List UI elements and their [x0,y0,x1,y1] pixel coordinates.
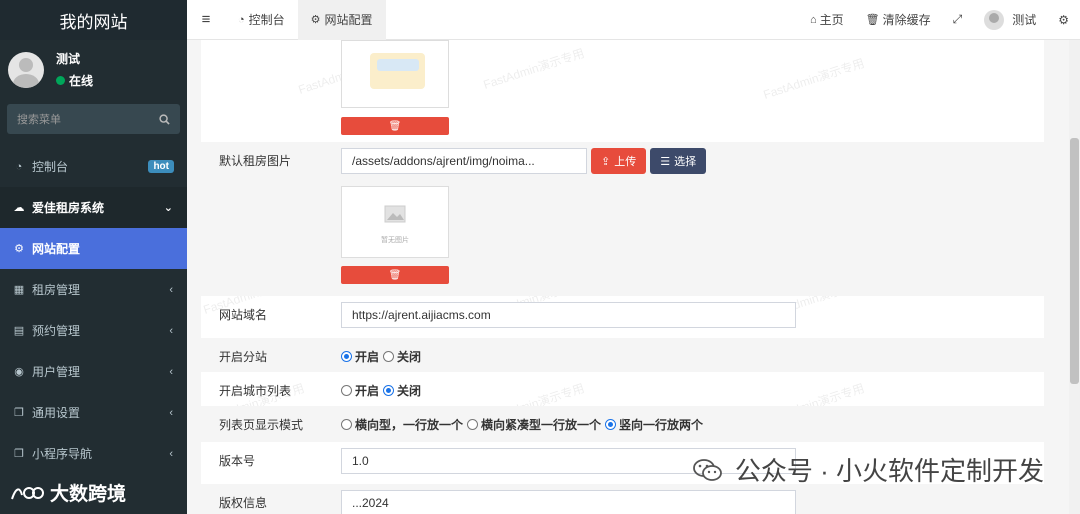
sidebar-menu: ◔ 控制台 hot ☁ 爱佳租房系统 ⌄ ⚙ 网站配置 ▦ 租房管理 ‹ ▤ 预… [0,146,187,474]
user-name: 测试 [56,52,81,66]
upload-button[interactable]: ⇪ 上传 [591,148,647,174]
dashboard-icon: ◔ [238,13,245,26]
trash-icon: 🗑 [865,14,880,26]
image-field-row: 🗑 [201,40,1044,142]
default-image-row: 默认租房图片 /assets/addons/ajrent/img/noima..… [201,142,1044,296]
scrollbar-thumb[interactable] [1070,138,1079,384]
cogs-icon: ⚙ [14,243,24,255]
top-navbar: ≡ ◔ 控制台 ⚙ 网站配置 ⌂ 主页 🗑 清除缓存 ⤢ 测试 ⚙ [187,0,1080,40]
city-list-row: 开启城市列表 开启 关闭 [201,372,1044,406]
search-icon[interactable] [159,113,170,125]
online-dot-icon [56,76,65,85]
sidebar-item-rent-manage[interactable]: ▦ 租房管理 ‹ [0,269,187,310]
sidebar-item-general-settings[interactable]: ❐ 通用设置 ‹ [0,392,187,433]
field-label: 默认租房图片 [219,154,292,168]
copyright-row: 版权信息 ...2024 [201,484,1044,514]
substation-row: 开启分站 开启 关闭 [201,338,1044,372]
fullscreen-icon[interactable]: ⤢ [942,12,974,27]
gear-icon[interactable]: ⚙ [1047,13,1080,27]
config-form: FastAdmin演示专用 FastAdmin演示专用 FastAdmin演示专… [201,40,1044,514]
city-list-off-radio[interactable]: 关闭 [383,382,421,399]
cogs-icon: ⚙ [310,14,321,26]
chevron-down-icon: ⌄ [163,202,173,214]
list-mode-horizontal-radio[interactable]: 横向型，一行放一个 [341,416,463,433]
brand-watermark: 大数跨境 [10,479,126,506]
field-label: 版权信息 [219,496,268,510]
field-label: 开启分站 [219,350,268,364]
field-label: 列表页显示模式 [219,418,304,432]
chevron-left-icon: ‹ [169,324,173,337]
user-menu[interactable]: 测试 [973,9,1047,30]
copy-icon: ❐ [14,448,24,460]
brand-logo-icon [11,486,44,499]
scrollbar[interactable] [1069,40,1080,514]
home-icon: ⌂ [809,13,817,26]
upload-icon: ⇪ [601,155,611,168]
wechat-icon [692,458,722,481]
domain-row: 网站域名 https://ajrent.aijiacms.com [201,296,1044,338]
field-label: 开启城市列表 [219,384,292,398]
copy-icon: ❐ [14,407,24,419]
chevron-left-icon: ‹ [169,283,173,296]
tab-site-config[interactable]: ⚙ 网站配置 [297,0,386,40]
wechat-footer: 公众号 · 小火软件定制开发 [692,451,1044,488]
field-label: 版本号 [219,454,256,468]
menu-toggle-icon[interactable]: ≡ [187,11,225,28]
menu-search-input[interactable]: 搜索菜单 [7,104,180,134]
image-preview[interactable]: 暂无图片 [341,186,449,258]
list-mode-compact-radio[interactable]: 横向紧凑型一行放一个 [467,416,601,433]
substation-on-radio[interactable]: 开启 [341,348,379,365]
list-mode-vertical-radio[interactable]: 竖向一行放两个 [605,416,703,433]
search-placeholder: 搜索菜单 [17,114,61,126]
chevron-left-icon: ‹ [169,406,173,419]
home-link[interactable]: ⌂ 主页 [799,11,855,28]
tab-dashboard[interactable]: ◔ 控制台 [225,0,298,40]
choose-button[interactable]: ☰ 选择 [650,148,707,174]
field-label: 网站域名 [219,308,268,322]
default-image-input[interactable]: /assets/addons/ajrent/img/noima... [341,148,587,174]
list-mode-row: 列表页显示模式 横向型，一行放一个 横向紧凑型一行放一个 竖向一行放两个 [201,406,1044,442]
sidebar: 我的网站 测试 在线 搜索菜单 ◔ 控制台 hot ☁ 爱佳租房系统 ⌄ ⚙ 网… [0,0,187,514]
placeholder-image-icon [384,205,406,223]
delete-image-button[interactable]: 🗑 [341,117,449,135]
chevron-left-icon: ‹ [169,365,173,378]
delete-image-button[interactable]: 🗑 [341,266,449,284]
list-icon: ☰ [660,155,671,168]
trash-icon: 🗑 [388,120,402,132]
cloud-icon: ☁ [13,202,25,214]
hot-badge: hot [148,160,174,173]
main-content: FastAdmin演示专用 FastAdmin演示专用 FastAdmin演示专… [187,40,1080,514]
user-avatar [984,9,1005,30]
user-avatar [8,51,44,88]
clear-cache-button[interactable]: 🗑 清除缓存 [855,11,942,28]
sidebar-item-dashboard[interactable]: ◔ 控制台 hot [0,146,187,187]
domain-input[interactable]: https://ajrent.aijiacms.com [341,302,796,328]
dashboard-icon: ◔ [15,160,23,173]
user-circle-icon: ◉ [14,366,24,378]
image-preview[interactable] [341,40,449,108]
user-status: 在线 [56,72,93,89]
grid-icon: ▦ [13,284,25,296]
sidebar-item-miniprogram-nav[interactable]: ❐ 小程序导航 ‹ [0,433,187,474]
sidebar-item-user-manage[interactable]: ◉ 用户管理 ‹ [0,351,187,392]
copyright-input[interactable]: ...2024 [341,490,796,514]
no-image-text: 暂无图片 [381,237,409,244]
sidebar-item-aijia-rent[interactable]: ☁ 爱佳租房系统 ⌄ [0,187,187,228]
user-panel: 测试 在线 [0,43,187,96]
site-logo[interactable]: 我的网站 [0,0,187,40]
city-list-on-radio[interactable]: 开启 [341,382,379,399]
chevron-left-icon: ‹ [169,447,173,460]
trash-icon: 🗑 [388,269,402,281]
substation-off-radio[interactable]: 关闭 [383,348,421,365]
sidebar-item-booking-manage[interactable]: ▤ 预约管理 ‹ [0,310,187,351]
sidebar-item-site-config[interactable]: ⚙ 网站配置 [0,228,187,269]
list-alt-icon: ▤ [13,325,25,337]
